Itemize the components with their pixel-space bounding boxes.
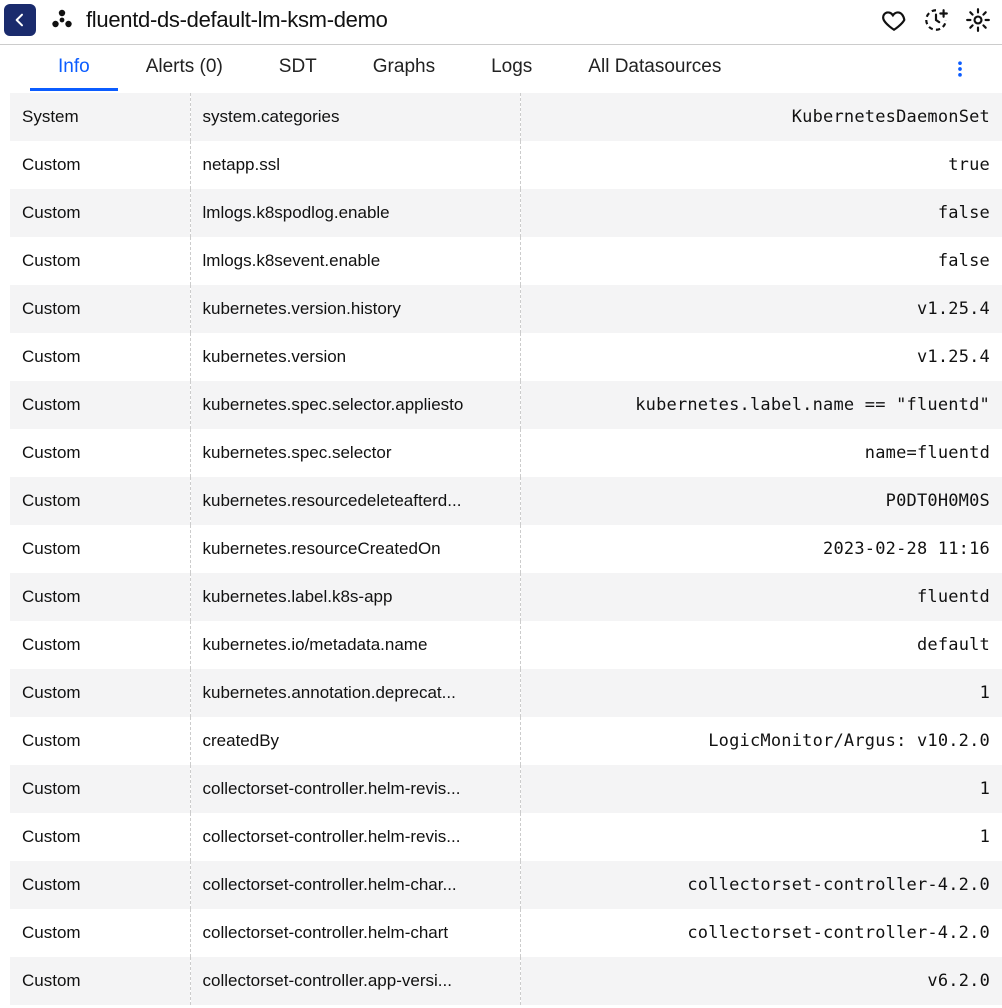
property-key: kubernetes.io/metadata.name [190,621,520,669]
more-vertical-icon [950,59,970,79]
property-type: Custom [10,573,190,621]
properties-table: Systemsystem.categoriesKubernetesDaemonS… [10,93,1002,1005]
property-type: Custom [10,717,190,765]
property-value: v1.25.4 [520,333,1002,381]
tab-sdt[interactable]: SDT [251,46,345,91]
property-key: collectorset-controller.app-versi... [190,957,520,1005]
tab-logs[interactable]: Logs [463,46,560,91]
schedule-button[interactable] [922,6,950,34]
property-value: collectorset-controller-4.2.0 [520,909,1002,957]
tab-alerts-0[interactable]: Alerts (0) [118,46,251,91]
property-value: 1 [520,813,1002,861]
property-key: createdBy [190,717,520,765]
property-key: lmlogs.k8sevent.enable [190,237,520,285]
table-row[interactable]: Customkubernetes.io/metadata.namedefault [10,621,1002,669]
table-row[interactable]: Customcollectorset-controller.helm-revis… [10,813,1002,861]
favorite-button[interactable] [880,6,908,34]
property-key: kubernetes.resourceCreatedOn [190,525,520,573]
property-key: kubernetes.label.k8s-app [190,573,520,621]
property-type: Custom [10,909,190,957]
property-value: v1.25.4 [520,285,1002,333]
clock-plus-icon [923,7,949,33]
page-title: fluentd-ds-default-lm-ksm-demo [86,7,880,33]
heart-icon [881,7,907,33]
property-key: kubernetes.annotation.deprecat... [190,669,520,717]
property-type: Custom [10,957,190,1005]
tab-graphs[interactable]: Graphs [345,46,463,91]
table-row[interactable]: Customkubernetes.resourceCreatedOn2023-0… [10,525,1002,573]
property-value: collectorset-controller-4.2.0 [520,861,1002,909]
table-row[interactable]: Customcollectorset-controller.helm-char.… [10,861,1002,909]
table-row[interactable]: Customcollectorset-controller.helm-chart… [10,909,1002,957]
chevron-left-icon [12,12,28,28]
table-row[interactable]: Customnetapp.ssltrue [10,141,1002,189]
gear-icon [965,7,991,33]
property-value: KubernetesDaemonSet [520,93,1002,141]
property-key: kubernetes.version.history [190,285,520,333]
table-row[interactable]: Customkubernetes.versionv1.25.4 [10,333,1002,381]
property-key: kubernetes.spec.selector.appliesto [190,381,520,429]
property-type: Custom [10,669,190,717]
property-key: collectorset-controller.helm-chart [190,909,520,957]
property-value: kubernetes.label.name == "fluentd" [520,381,1002,429]
property-value: v6.2.0 [520,957,1002,1005]
property-type: Custom [10,189,190,237]
table-row[interactable]: Customlmlogs.k8spodlog.enablefalse [10,189,1002,237]
property-value: true [520,141,1002,189]
header-actions [880,6,992,34]
table-row[interactable]: Customkubernetes.resourcedeleteafterd...… [10,477,1002,525]
property-key: collectorset-controller.helm-revis... [190,765,520,813]
property-value: P0DT0H0M0S [520,477,1002,525]
property-type: Custom [10,381,190,429]
property-value: false [520,237,1002,285]
properties-tbody: Systemsystem.categoriesKubernetesDaemonS… [10,93,1002,1005]
property-type: System [10,93,190,141]
property-key: kubernetes.resourcedeleteafterd... [190,477,520,525]
property-value: 1 [520,669,1002,717]
table-row[interactable]: Customcollectorset-controller.app-versi.… [10,957,1002,1005]
property-value: default [520,621,1002,669]
property-type: Custom [10,333,190,381]
property-type: Custom [10,477,190,525]
property-key: collectorset-controller.helm-char... [190,861,520,909]
table-row[interactable]: Customkubernetes.annotation.deprecat...1 [10,669,1002,717]
property-type: Custom [10,429,190,477]
property-type: Custom [10,861,190,909]
table-row[interactable]: CustomcreatedByLogicMonitor/Argus: v10.2… [10,717,1002,765]
table-row[interactable]: Customkubernetes.spec.selector.appliesto… [10,381,1002,429]
property-value: false [520,189,1002,237]
property-key: lmlogs.k8spodlog.enable [190,189,520,237]
table-row[interactable]: Customkubernetes.version.historyv1.25.4 [10,285,1002,333]
property-value: LogicMonitor/Argus: v10.2.0 [520,717,1002,765]
table-row[interactable]: Customkubernetes.spec.selectorname=fluen… [10,429,1002,477]
back-button[interactable] [4,4,36,36]
property-type: Custom [10,621,190,669]
tab-info[interactable]: Info [30,46,118,91]
property-type: Custom [10,525,190,573]
property-key: collectorset-controller.helm-revis... [190,813,520,861]
property-value: 2023-02-28 11:16 [520,525,1002,573]
property-key: system.categories [190,93,520,141]
table-row[interactable]: Systemsystem.categoriesKubernetesDaemonS… [10,93,1002,141]
property-type: Custom [10,765,190,813]
property-value: 1 [520,765,1002,813]
tab-all-datasources[interactable]: All Datasources [560,46,749,91]
property-type: Custom [10,285,190,333]
table-row[interactable]: Customlmlogs.k8sevent.enablefalse [10,237,1002,285]
table-row[interactable]: Customcollectorset-controller.helm-revis… [10,765,1002,813]
property-key: netapp.ssl [190,141,520,189]
table-row[interactable]: Customkubernetes.label.k8s-appfluentd [10,573,1002,621]
property-type: Custom [10,141,190,189]
page-header: fluentd-ds-default-lm-ksm-demo [0,0,1002,45]
settings-button[interactable] [964,6,992,34]
property-key: kubernetes.version [190,333,520,381]
tabs-bar: InfoAlerts (0)SDTGraphsLogsAll Datasourc… [10,45,1002,93]
resource-type-icon [48,6,76,34]
tabs-more-button[interactable] [948,57,972,81]
property-type: Custom [10,813,190,861]
property-value: name=fluentd [520,429,1002,477]
property-key: kubernetes.spec.selector [190,429,520,477]
property-type: Custom [10,237,190,285]
property-value: fluentd [520,573,1002,621]
